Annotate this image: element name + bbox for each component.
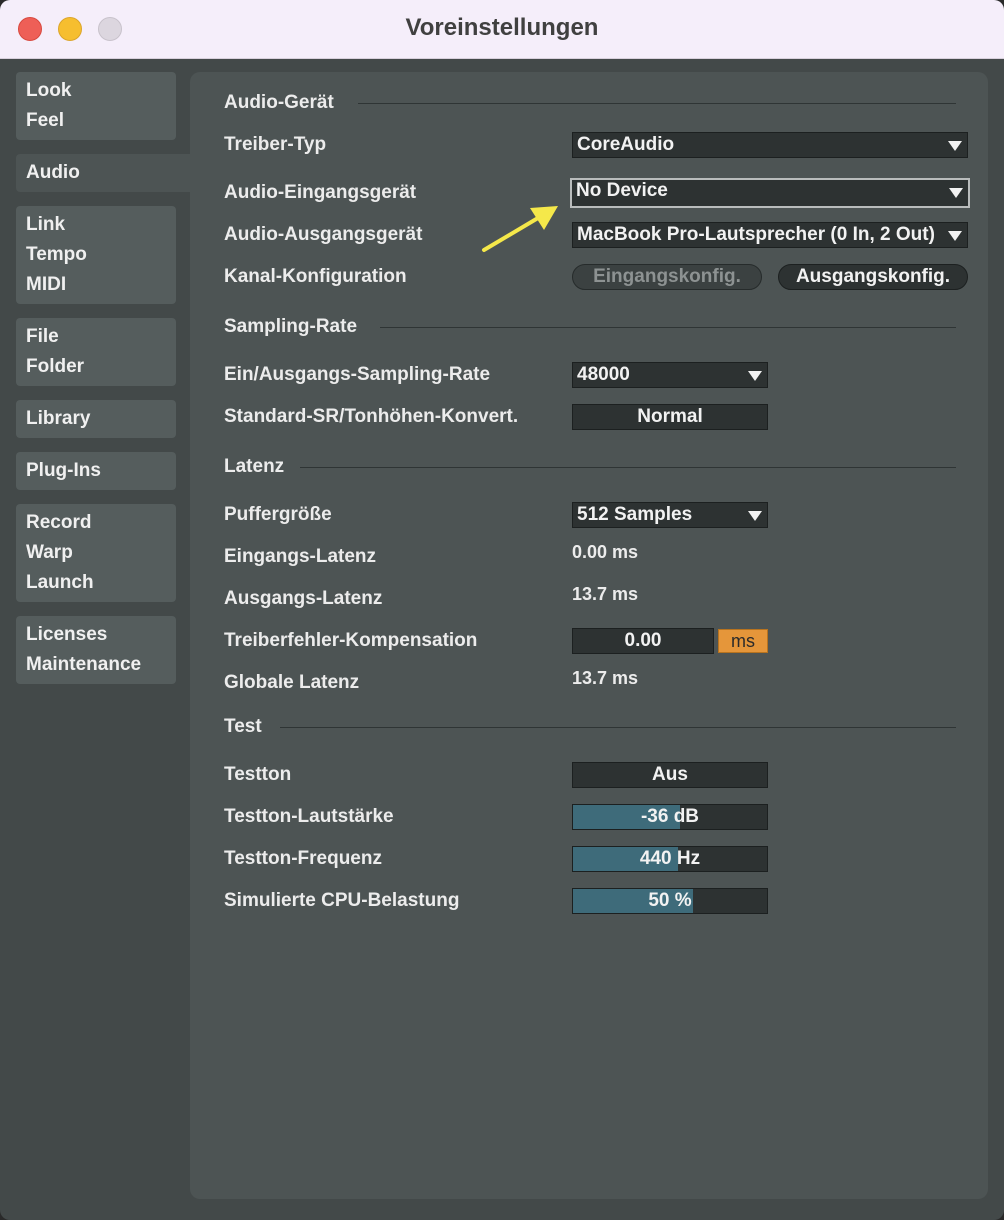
sidebar-item-file-folder[interactable]: File Folder bbox=[16, 318, 176, 386]
sidebar-item-label: Tempo bbox=[26, 244, 87, 265]
sidebar-item-label: Maintenance bbox=[26, 654, 142, 675]
test-tone-toggle[interactable]: Aus bbox=[572, 762, 768, 788]
global-latency-label: Globale Latenz bbox=[224, 672, 360, 693]
driver-error-comp-field[interactable]: 0.00 bbox=[572, 628, 714, 654]
input-device-value: No Device bbox=[576, 180, 668, 201]
sample-rate-value: 48000 bbox=[577, 364, 630, 385]
test-tone-frequency-slider[interactable]: 440 Hz bbox=[572, 846, 768, 872]
sidebar-item-library[interactable]: Library bbox=[16, 400, 176, 438]
annotation-arrow-icon bbox=[482, 206, 558, 252]
preferences-window: Voreinstellungen Look Feel Audio Link Te… bbox=[0, 0, 1004, 1220]
sidebar-item-label: Link bbox=[26, 214, 66, 235]
sidebar-item-link-tempo-midi[interactable]: Link Tempo MIDI bbox=[16, 206, 176, 304]
sidebar-item-label: Record bbox=[26, 512, 92, 533]
output-device-value: MacBook Pro-Lautsprecher (0 In, 2 Out) bbox=[577, 224, 935, 245]
chevron-down-icon bbox=[948, 231, 962, 241]
input-device-dropdown[interactable]: No Device bbox=[570, 178, 970, 208]
sr-conversion-chooser[interactable]: Normal bbox=[572, 404, 768, 430]
buffer-size-dropdown[interactable]: 512 Samples bbox=[572, 502, 768, 528]
sidebar-item-licenses-maintenance[interactable]: Licenses Maintenance bbox=[16, 616, 176, 684]
sr-conversion-label: Standard-SR/Tonhöhen-Konvert. bbox=[224, 406, 519, 427]
sidebar-item-label: Look bbox=[26, 80, 72, 101]
test-tone-frequency-value: 440 Hz bbox=[639, 848, 701, 869]
sidebar-item-audio[interactable]: Audio bbox=[16, 154, 190, 192]
sample-rate-label: Ein/Ausgangs-Sampling-Rate bbox=[224, 364, 491, 385]
section-title-latency: Latenz bbox=[224, 456, 285, 477]
title-bar: Voreinstellungen bbox=[0, 0, 1004, 59]
simulated-cpu-load-label: Simulierte CPU-Belastung bbox=[224, 890, 460, 911]
sidebar: Look Feel Audio Link Tempo MIDI File Fol… bbox=[0, 58, 190, 1220]
sidebar-item-label: Warp bbox=[26, 542, 73, 563]
sample-rate-dropdown[interactable]: 48000 bbox=[572, 362, 768, 388]
sidebar-item-label: MIDI bbox=[26, 274, 67, 295]
output-device-label: Audio-Ausgangsgerät bbox=[224, 224, 423, 245]
sidebar-item-record-warp-launch[interactable]: Record Warp Launch bbox=[16, 504, 176, 602]
driver-type-dropdown[interactable]: CoreAudio bbox=[572, 132, 968, 158]
sidebar-item-label: Feel bbox=[26, 110, 65, 131]
sidebar-item-label: Library bbox=[26, 408, 91, 429]
ms-unit-toggle[interactable]: ms bbox=[718, 629, 768, 653]
sidebar-item-label: Folder bbox=[26, 356, 85, 377]
sidebar-item-label: Audio bbox=[26, 162, 80, 183]
input-latency-label: Eingangs-Latenz bbox=[224, 546, 377, 567]
test-tone-volume-label: Testton-Lautstärke bbox=[224, 806, 394, 827]
chevron-down-icon bbox=[948, 141, 962, 151]
test-tone-frequency-label: Testton-Frequenz bbox=[224, 848, 382, 869]
window-title: Voreinstellungen bbox=[405, 14, 599, 41]
output-latency-value: 13.7 ms bbox=[572, 584, 639, 604]
chevron-down-icon bbox=[748, 511, 762, 521]
section-title-test: Test bbox=[224, 716, 262, 737]
global-latency-value: 13.7 ms bbox=[572, 668, 639, 688]
test-tone-volume-value: -36 dB bbox=[640, 806, 700, 827]
sidebar-item-label: Licenses bbox=[26, 624, 108, 645]
section-title-audio-device: Audio-Gerät bbox=[224, 92, 334, 113]
test-tone-volume-slider[interactable]: -36 dB bbox=[572, 804, 768, 830]
channel-config-label: Kanal-Konfiguration bbox=[224, 266, 407, 287]
simulated-cpu-load-slider[interactable]: 50 % bbox=[572, 888, 768, 914]
section-divider bbox=[300, 467, 956, 468]
driver-error-comp-label: Treiberfehler-Kompensation bbox=[224, 630, 478, 651]
section-title-sample-rate: Sampling-Rate bbox=[224, 316, 358, 337]
sidebar-item-label: Launch bbox=[26, 572, 94, 593]
driver-type-label: Treiber-Typ bbox=[224, 134, 327, 155]
audio-settings-panel: Audio-Gerät Treiber-Typ CoreAudio Audio-… bbox=[190, 72, 988, 1199]
simulated-cpu-load-value: 50 % bbox=[648, 890, 692, 911]
driver-type-value: CoreAudio bbox=[577, 134, 675, 155]
buffer-size-value: 512 Samples bbox=[577, 504, 693, 525]
input-device-label: Audio-Eingangsgerät bbox=[224, 182, 417, 203]
output-latency-label: Ausgangs-Latenz bbox=[224, 588, 383, 609]
sidebar-item-label: File bbox=[26, 326, 59, 347]
chevron-down-icon bbox=[748, 371, 762, 381]
output-config-button[interactable]: Ausgangskonfig. bbox=[778, 264, 968, 290]
test-tone-label: Testton bbox=[224, 764, 292, 785]
chevron-down-icon bbox=[949, 188, 963, 198]
section-divider bbox=[358, 103, 956, 104]
input-config-button[interactable]: Eingangskonfig. bbox=[572, 264, 762, 290]
sidebar-item-label: Plug-Ins bbox=[26, 460, 101, 481]
section-divider bbox=[280, 727, 956, 728]
output-device-dropdown[interactable]: MacBook Pro-Lautsprecher (0 In, 2 Out) bbox=[572, 222, 968, 248]
sidebar-item-plug-ins[interactable]: Plug-Ins bbox=[16, 452, 176, 490]
input-latency-value: 0.00 ms bbox=[572, 542, 639, 562]
sidebar-item-look-feel[interactable]: Look Feel bbox=[16, 72, 176, 140]
section-divider bbox=[380, 327, 956, 328]
buffer-size-label: Puffergröße bbox=[224, 504, 332, 525]
